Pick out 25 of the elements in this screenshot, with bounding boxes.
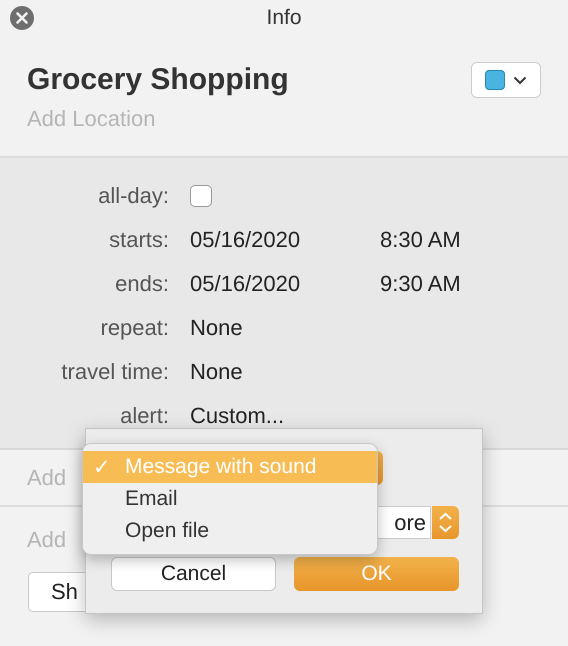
calendar-color-button[interactable] <box>471 62 541 98</box>
checkbox[interactable] <box>190 185 212 207</box>
menu-item[interactable]: Email <box>83 483 377 515</box>
close-icon[interactable] <box>10 6 34 30</box>
stepper-button[interactable] <box>432 506 459 539</box>
menu-item[interactable]: Open file <box>83 515 377 547</box>
field-label: alert: <box>119 403 169 429</box>
field-value[interactable]: None <box>190 315 243 341</box>
field-label: travel time: <box>60 359 169 385</box>
field-value[interactable]: Custom... <box>190 403 284 429</box>
time-value[interactable]: 9:30 AM <box>380 271 461 297</box>
color-swatch-icon <box>485 70 505 90</box>
time-value[interactable]: 8:30 AM <box>380 227 461 253</box>
field-label: starts: <box>108 227 169 253</box>
window-title: Info <box>265 6 303 30</box>
field-value[interactable]: None <box>190 359 243 385</box>
event-title[interactable]: Grocery Shopping <box>27 63 289 97</box>
date-value[interactable]: 05/16/2020 <box>190 271 380 297</box>
cancel-button[interactable]: Cancel <box>111 557 276 591</box>
date-value[interactable]: 05/16/2020 <box>190 227 380 253</box>
chevron-down-icon <box>513 76 527 84</box>
field-label: repeat: <box>100 315 169 341</box>
checkmark-icon: ✓ <box>93 454 125 480</box>
field-label: ends: <box>114 271 169 297</box>
field-label: all-day: <box>97 183 169 209</box>
